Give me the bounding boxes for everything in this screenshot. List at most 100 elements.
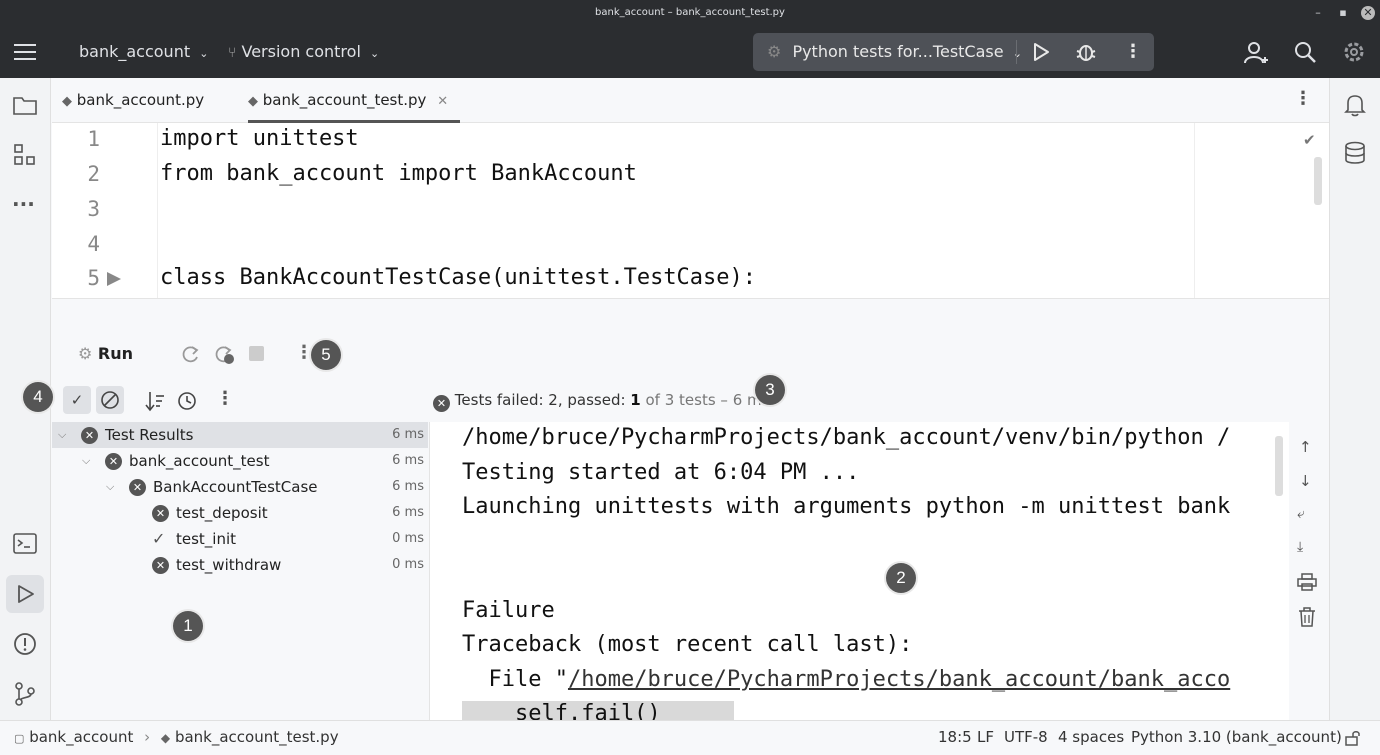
tree-row-bank-account-test[interactable]: ⌵ ✕ bank_account_test 6 ms — [52, 448, 428, 474]
failed-status-icon: ✕ — [81, 427, 98, 444]
rerun-icon[interactable] — [179, 344, 201, 366]
main-toolbar: bank_account ⌄ ⑂ Version control ⌄ ⚙ Pyt… — [0, 26, 1380, 78]
sort-alphabetically-icon[interactable] — [145, 390, 165, 412]
tab-bank-account-py[interactable]: ◆ bank_account.py — [62, 78, 204, 123]
console-scrollbar[interactable] — [1275, 436, 1283, 496]
python-tests-icon: ⚙ — [78, 344, 93, 363]
print-icon[interactable] — [1297, 573, 1317, 591]
tree-row-bankaccounttestcase[interactable]: ⌵ ✕ BankAccountTestCase 6 ms — [52, 474, 428, 500]
panel-splitter[interactable] — [52, 298, 1329, 328]
maximize-icon[interactable]: ▪ — [1336, 6, 1350, 20]
arrow-down-icon[interactable]: ↓ — [1299, 472, 1312, 490]
test-results-tree: ⌵ ✕ Test Results 6 ms ⌵ ✕ bank_account_t… — [52, 422, 428, 720]
database-icon[interactable] — [1344, 141, 1366, 165]
breadcrumb-project[interactable]: bank_account — [29, 728, 133, 746]
annotation-badge-3: 3 — [755, 375, 785, 405]
show-ignored-toggle[interactable] — [96, 386, 124, 414]
chevron-down-icon: ⌄ — [369, 47, 380, 60]
tree-row-test-init[interactable]: ✓ test_init 0 ms — [52, 526, 428, 552]
tab-bank-account-test-py[interactable]: ◆ bank_account_test.py ✕ — [248, 78, 460, 123]
file-encoding[interactable]: UTF-8 — [1004, 721, 1048, 754]
annotation-badge-5: 5 — [311, 340, 341, 370]
tree-row-duration: 0 ms — [392, 557, 424, 572]
tree-row-duration: 6 ms — [392, 505, 424, 520]
chevron-right-icon: › — [144, 728, 151, 746]
chevron-down-icon[interactable]: ⌵ — [58, 422, 66, 448]
console-line: /home/bruce/PycharmProjects/bank_account… — [462, 425, 1231, 450]
project-selector[interactable]: bank_account ⌄ — [79, 26, 208, 80]
arrow-up-icon[interactable]: ↑ — [1299, 438, 1312, 456]
tree-row-label: test_withdraw — [176, 556, 282, 574]
indent-setting[interactable]: 4 spaces — [1058, 721, 1124, 754]
more-tool-windows-icon[interactable]: ··· — [12, 192, 35, 216]
code-editor[interactable]: 1 import unittest 2 from bank_account im… — [52, 123, 1329, 298]
line-separator[interactable]: LF — [977, 721, 994, 754]
settings-gear-icon[interactable] — [1342, 40, 1366, 64]
vcs-selector[interactable]: ⑂ Version control ⌄ — [228, 26, 379, 80]
editor-scrollbar[interactable] — [1314, 157, 1322, 205]
show-passed-toggle[interactable]: ✓ — [63, 386, 91, 414]
failed-status-icon: ✕ — [129, 479, 146, 496]
chevron-down-icon[interactable]: ⌵ — [82, 448, 90, 474]
lock-icon[interactable] — [1345, 730, 1361, 746]
minimize-icon[interactable]: – — [1311, 6, 1325, 20]
tree-row-test-withdraw[interactable]: ✕ test_withdraw 0 ms — [52, 552, 428, 578]
add-user-icon[interactable] — [1243, 40, 1269, 66]
annotation-badge-1: 1 — [173, 611, 203, 641]
tree-row-test-results[interactable]: ⌵ ✕ Test Results 6 ms — [52, 422, 428, 448]
more-actions-icon[interactable]: ⋮ — [1124, 41, 1142, 63]
caret-position[interactable]: 18:5 — [938, 721, 972, 754]
tab-label: bank_account.py — [76, 91, 205, 109]
vcs-label: Version control — [241, 42, 361, 61]
right-margin-guide — [1194, 123, 1195, 298]
clear-trash-icon[interactable] — [1298, 607, 1316, 627]
scroll-to-end-icon[interactable]: ⤓ — [1297, 539, 1303, 555]
tree-row-label: BankAccountTestCase — [153, 478, 318, 496]
project-crumb-icon: ▢ — [14, 732, 25, 745]
run-configuration-widget: ⚙ Python tests for...TestCase ⌄ ⋮ — [753, 33, 1154, 71]
sort-by-duration-icon[interactable] — [177, 390, 199, 412]
console-line: Launching unittests with arguments pytho… — [462, 494, 1231, 519]
inspection-ok-checkmark-icon: ✔ — [1303, 131, 1316, 149]
python-interpreter[interactable]: Python 3.10 (bank_account) — [1131, 721, 1342, 754]
divider — [1016, 40, 1017, 64]
close-window-icon[interactable]: ✕ — [1361, 6, 1375, 20]
test-tree-options-icon[interactable]: ⋮ — [216, 388, 234, 409]
passed-checkmark-icon: ✓ — [152, 529, 166, 548]
run-tab[interactable]: ⚙ Run — [78, 344, 133, 363]
run-tool-window-button[interactable] — [6, 575, 44, 613]
file-link[interactable]: /home/bruce/PycharmProjects/bank_account… — [568, 667, 1230, 692]
tree-row-duration: 0 ms — [392, 531, 424, 546]
tree-row-duration: 6 ms — [392, 453, 424, 468]
annotation-badge-2: 2 — [886, 563, 916, 593]
branch-icon: ⑂ — [228, 45, 237, 61]
tree-row-label: Test Results — [105, 426, 194, 444]
main-menu-icon[interactable] — [14, 42, 36, 62]
run-config-selector[interactable]: ⚙ Python tests for...TestCase ⌄ — [767, 33, 1022, 73]
chevron-down-icon[interactable]: ⌵ — [106, 474, 114, 500]
rerun-failed-tests-icon[interactable] — [212, 344, 236, 366]
failed-status-icon: ✕ — [433, 395, 450, 412]
code-line: from bank_account import BankAccount — [160, 161, 637, 186]
search-icon[interactable] — [1293, 40, 1317, 64]
folder-icon[interactable] — [13, 95, 37, 115]
run-gutter-icon[interactable] — [106, 271, 122, 287]
git-icon[interactable] — [14, 682, 36, 706]
console-output[interactable]: /home/bruce/PycharmProjects/bank_account… — [429, 422, 1289, 720]
notifications-bell-icon[interactable] — [1343, 92, 1367, 118]
tree-row-duration: 6 ms — [392, 479, 424, 494]
console-line: self.fail() — [462, 701, 734, 720]
debug-button[interactable] — [1075, 41, 1097, 63]
terminal-icon[interactable] — [13, 533, 37, 555]
tree-row-test-deposit[interactable]: ✕ test_deposit 6 ms — [52, 500, 428, 526]
chevron-down-icon: ⌄ — [1012, 47, 1022, 60]
problems-icon[interactable] — [13, 632, 37, 656]
stop-icon[interactable] — [249, 346, 264, 361]
breadcrumb-file[interactable]: bank_account_test.py — [175, 728, 339, 746]
soft-wrap-icon[interactable]: ⤶ — [1297, 506, 1305, 522]
close-tab-icon[interactable]: ✕ — [437, 94, 448, 109]
tab-options-icon[interactable]: ⋮ — [1294, 88, 1312, 109]
run-button[interactable] — [1032, 42, 1050, 62]
structure-icon[interactable] — [14, 144, 36, 166]
summary-failed-label: Tests failed: — [454, 391, 549, 409]
